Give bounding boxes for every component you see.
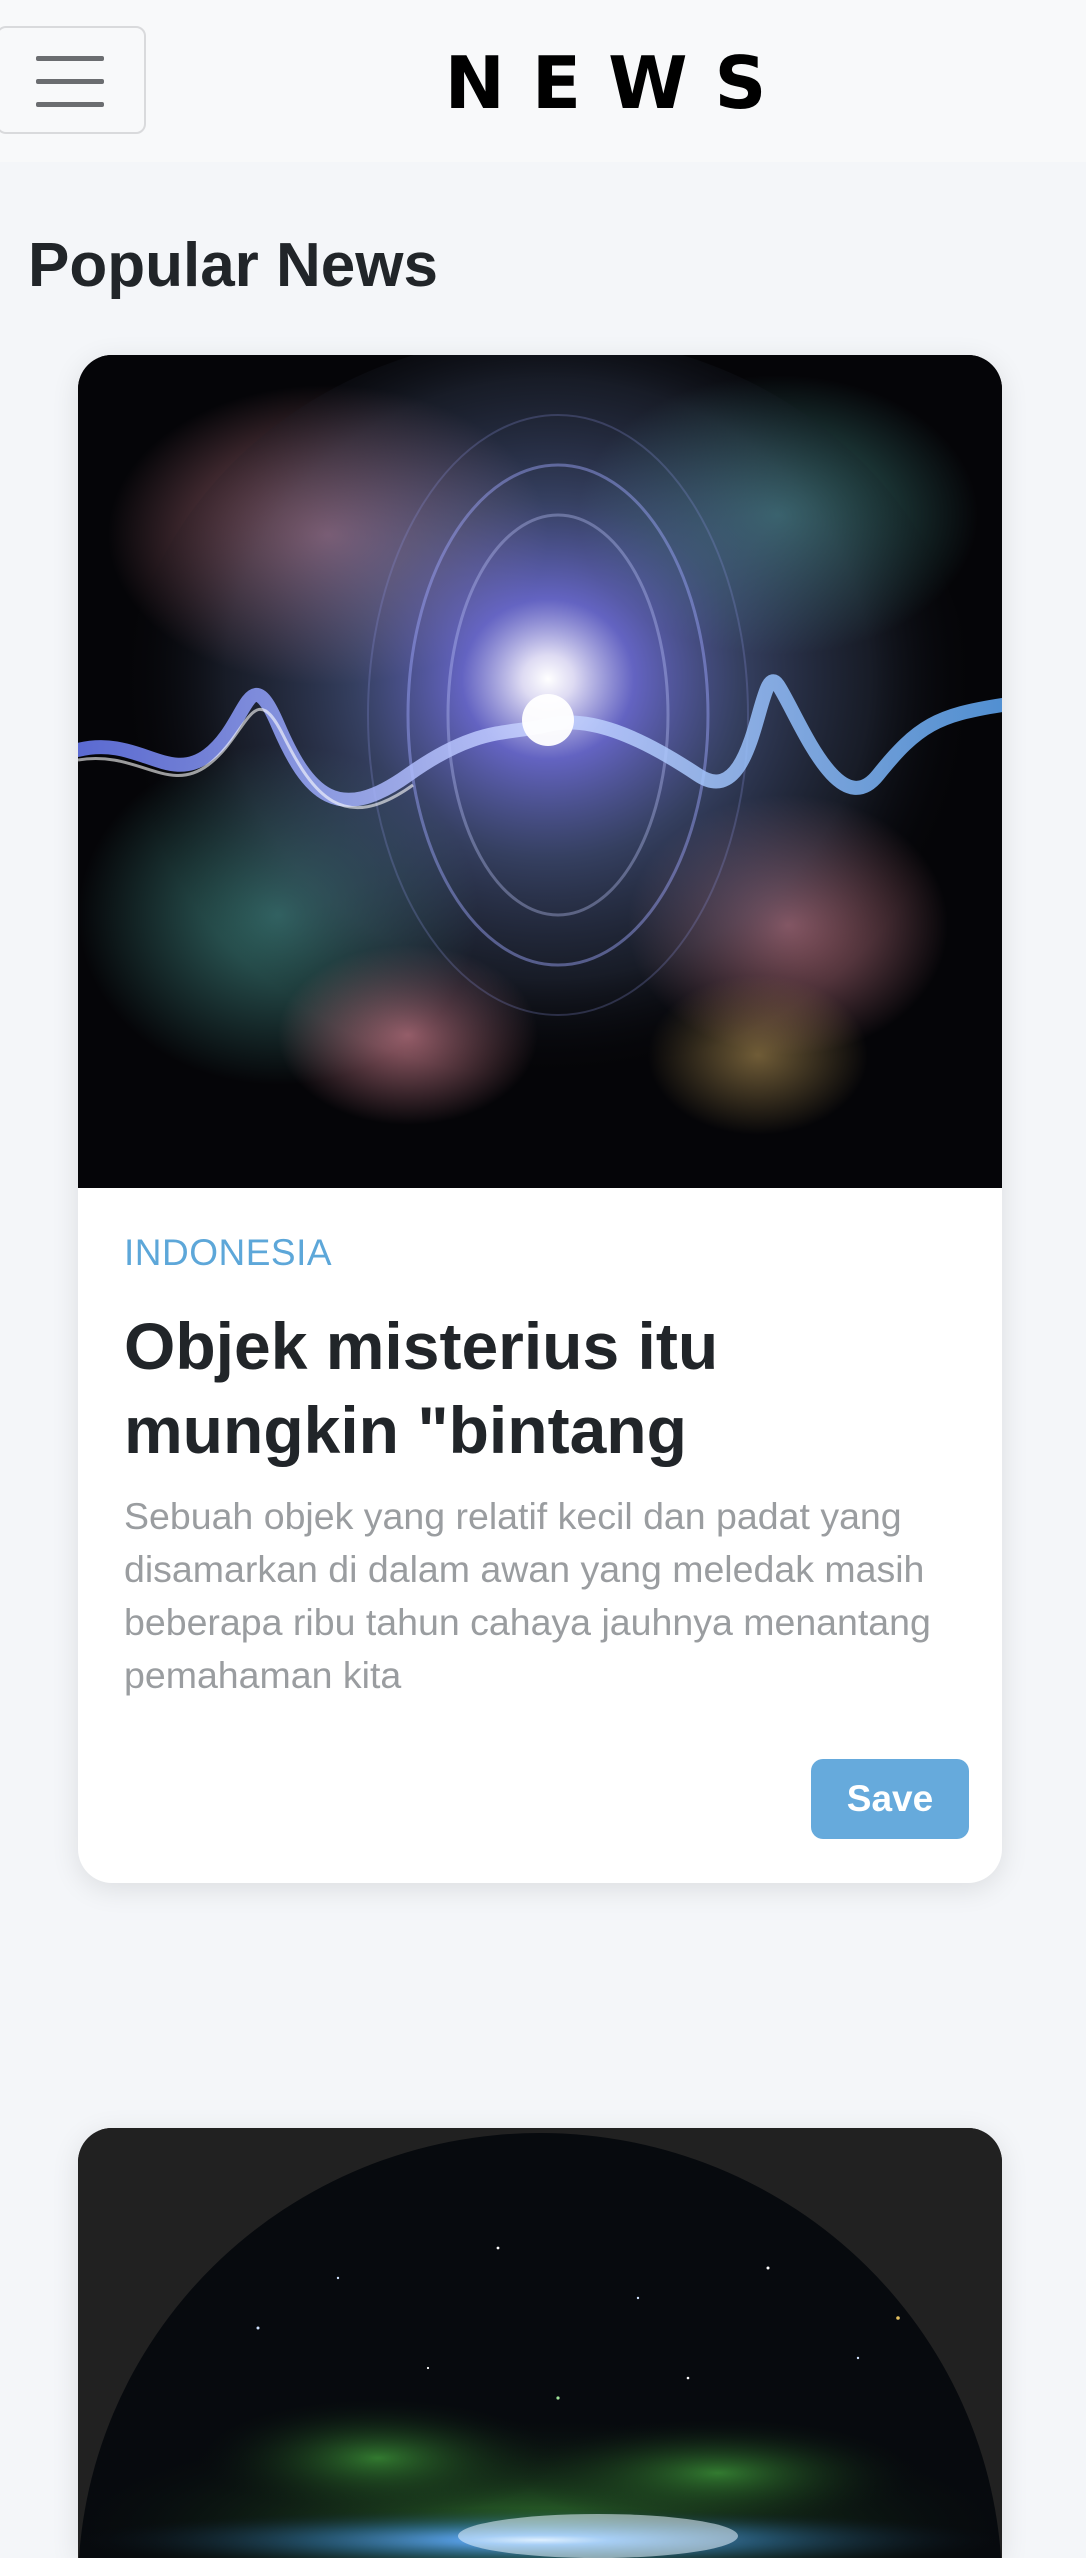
article-category[interactable]: INDONESIA — [124, 1231, 332, 1275]
navbar: NEWS — [0, 0, 1086, 162]
site-brand[interactable]: NEWS — [0, 38, 1086, 128]
article-summary: Sebuah objek yang relatif kecil dan pada… — [124, 1495, 931, 1696]
milky-way-night-sky-image[interactable] — [78, 2128, 1002, 2558]
section-title: Popular News — [28, 231, 438, 300]
save-button[interactable]: Save — [811, 1759, 969, 1839]
article-headline[interactable]: Objek misterius itu mungkin "bintang — [124, 1304, 944, 1472]
abstract-energy-burst-image[interactable] — [78, 355, 1002, 1188]
news-card[interactable] — [78, 2128, 1002, 2558]
